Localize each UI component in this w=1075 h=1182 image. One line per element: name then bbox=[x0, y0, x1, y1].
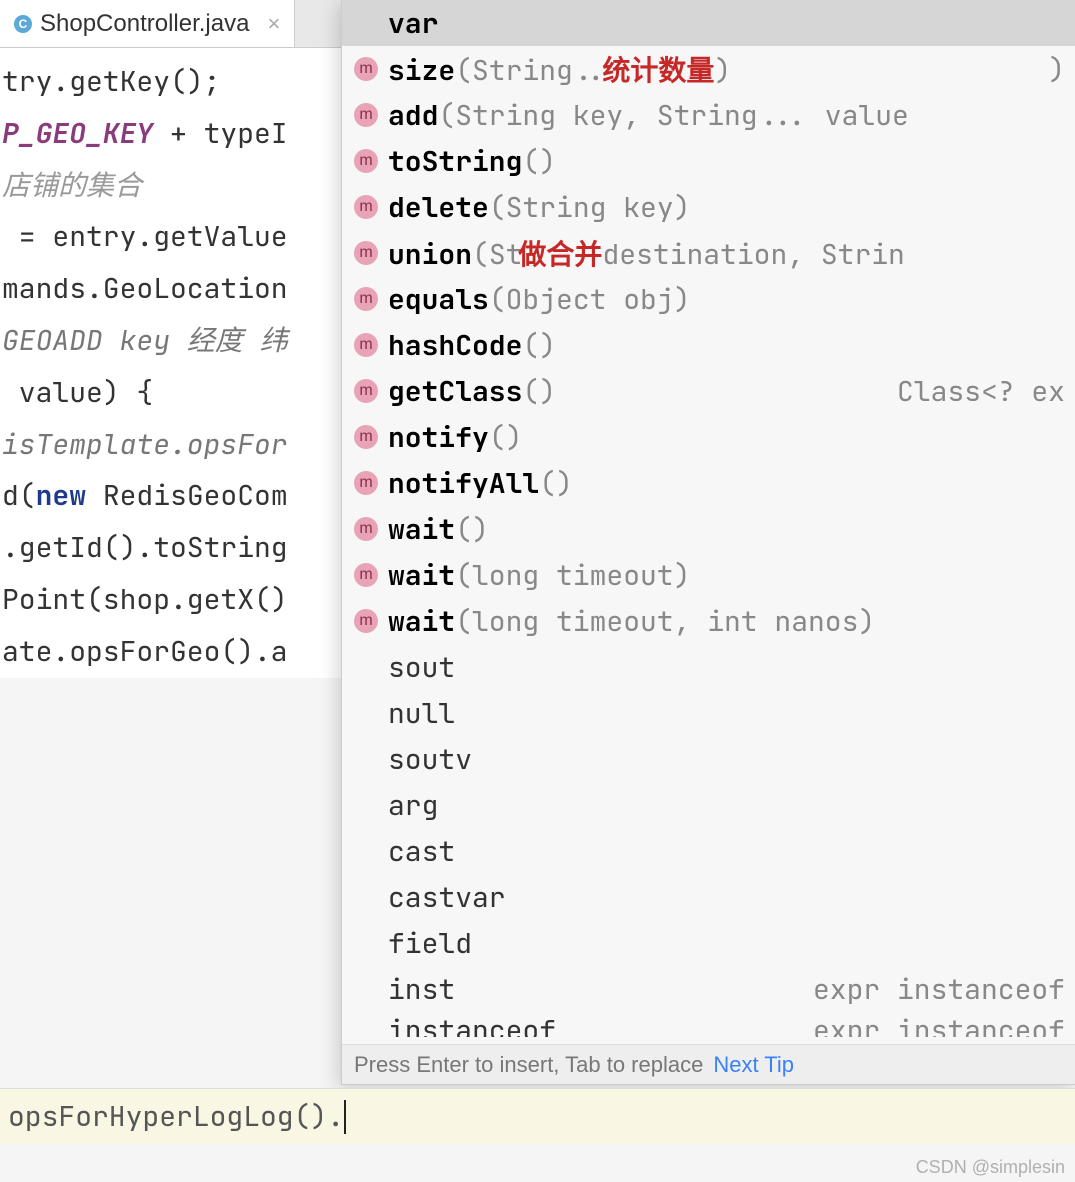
template-icon bbox=[354, 839, 378, 863]
status-expression: opsForHyperLogLog(). bbox=[8, 1098, 344, 1135]
autocomplete-item[interactable]: m size(String..统计数量)) bbox=[342, 46, 1075, 92]
method-icon: m bbox=[354, 425, 378, 449]
suggestion-signature: castvar bbox=[388, 879, 506, 916]
method-icon: m bbox=[354, 287, 378, 311]
close-icon[interactable]: × bbox=[267, 11, 280, 37]
next-tip-link[interactable]: Next Tip bbox=[713, 1052, 794, 1078]
autocomplete-item[interactable]: soutv bbox=[342, 736, 1075, 782]
suggestion-signature: hashCode() bbox=[388, 327, 556, 364]
autocomplete-item[interactable]: m notifyAll() bbox=[342, 460, 1075, 506]
method-icon: m bbox=[354, 609, 378, 633]
suggestion-signature: null bbox=[388, 695, 455, 732]
suggestion-signature: arg bbox=[388, 787, 438, 824]
suggestion-return-type: ) bbox=[1028, 51, 1065, 88]
suggestion-return-type: expr instanceof bbox=[793, 971, 1065, 1008]
method-icon: m bbox=[354, 241, 378, 265]
method-icon: m bbox=[354, 333, 378, 357]
suggestion-return-type: expr instanceof bbox=[793, 1012, 1065, 1037]
autocomplete-item[interactable]: m wait(long timeout, int nanos) bbox=[342, 598, 1075, 644]
autocomplete-footer: Press Enter to insert, Tab to replace Ne… bbox=[342, 1044, 1075, 1084]
autocomplete-item[interactable]: m wait(long timeout) bbox=[342, 552, 1075, 598]
autocomplete-item[interactable]: m toString() bbox=[342, 138, 1075, 184]
autocomplete-item[interactable]: inst expr instanceof bbox=[342, 966, 1075, 1012]
autocomplete-item[interactable]: sout bbox=[342, 644, 1075, 690]
tab-title: ShopController.java bbox=[40, 10, 249, 38]
suggestion-signature: toString() bbox=[388, 143, 556, 180]
suggestion-signature: equals(Object obj) bbox=[388, 281, 690, 318]
method-icon: m bbox=[354, 379, 378, 403]
template-icon bbox=[354, 931, 378, 955]
suggestion-signature: cast bbox=[388, 833, 455, 870]
suggestion-signature: inst bbox=[388, 971, 455, 1008]
autocomplete-item[interactable]: field bbox=[342, 920, 1075, 966]
autocomplete-item[interactable]: null bbox=[342, 690, 1075, 736]
method-icon: m bbox=[354, 471, 378, 495]
autocomplete-item[interactable]: cast bbox=[342, 828, 1075, 874]
suggestion-signature: field bbox=[388, 925, 472, 962]
suggestion-signature: union(St做合并destination, Strin bbox=[388, 233, 905, 273]
status-bar: opsForHyperLogLog(). bbox=[0, 1088, 1075, 1144]
template-icon bbox=[354, 701, 378, 725]
editor-tab[interactable]: C ShopController.java × bbox=[0, 0, 295, 47]
method-icon: m bbox=[354, 195, 378, 219]
template-icon bbox=[354, 977, 378, 1001]
suggestion-signature: size(String..统计数量) bbox=[388, 49, 731, 89]
autocomplete-item[interactable]: m hashCode() bbox=[342, 322, 1075, 368]
suggestion-signature: getClass() bbox=[388, 373, 556, 410]
autocomplete-item[interactable]: instanceof expr instanceof bbox=[342, 1012, 1075, 1037]
suggestion-signature: instanceof bbox=[388, 1012, 556, 1037]
autocomplete-item[interactable]: m wait() bbox=[342, 506, 1075, 552]
method-icon: m bbox=[354, 517, 378, 541]
suggestion-signature: sout bbox=[388, 649, 455, 686]
template-icon bbox=[354, 793, 378, 817]
autocomplete-item[interactable]: m notify() bbox=[342, 414, 1075, 460]
template-icon bbox=[354, 655, 378, 679]
method-icon: m bbox=[354, 57, 378, 81]
suggestion-signature: notifyAll() bbox=[388, 465, 573, 502]
suggestion-signature: wait() bbox=[388, 511, 489, 548]
template-icon bbox=[354, 1012, 378, 1036]
autocomplete-item[interactable]: m delete(String key) bbox=[342, 184, 1075, 230]
autocomplete-item[interactable]: arg bbox=[342, 782, 1075, 828]
autocomplete-item[interactable]: m equals(Object obj) bbox=[342, 276, 1075, 322]
watermark: CSDN @simplesin bbox=[916, 1157, 1065, 1178]
template-icon bbox=[354, 11, 378, 35]
footer-hint-text: Press Enter to insert, Tab to replace bbox=[354, 1052, 703, 1078]
template-icon bbox=[354, 885, 378, 909]
autocomplete-item[interactable]: m add(String key, String... value bbox=[342, 92, 1075, 138]
method-icon: m bbox=[354, 149, 378, 173]
class-file-icon: C bbox=[14, 15, 32, 33]
suggestion-signature: wait(long timeout) bbox=[388, 557, 690, 594]
autocomplete-item[interactable]: m getClass() Class<? ex bbox=[342, 368, 1075, 414]
template-icon bbox=[354, 747, 378, 771]
autocomplete-item[interactable]: var bbox=[342, 0, 1075, 46]
text-caret bbox=[344, 1100, 346, 1134]
suggestion-signature: add(String key, String... value bbox=[388, 97, 909, 134]
suggestion-signature: var bbox=[388, 5, 438, 42]
suggestion-signature: notify() bbox=[388, 419, 522, 456]
autocomplete-popup: varmsize(String..统计数量))madd(String key, … bbox=[341, 0, 1075, 1085]
suggestion-return-type: Class<? ex bbox=[877, 373, 1065, 410]
autocomplete-item[interactable]: castvar bbox=[342, 874, 1075, 920]
autocomplete-item[interactable]: m union(St做合并destination, Strin bbox=[342, 230, 1075, 276]
method-icon: m bbox=[354, 563, 378, 587]
suggestion-signature: wait(long timeout, int nanos) bbox=[388, 603, 875, 640]
method-icon: m bbox=[354, 103, 378, 127]
autocomplete-list[interactable]: varmsize(String..统计数量))madd(String key, … bbox=[342, 0, 1075, 1044]
suggestion-signature: soutv bbox=[388, 741, 472, 778]
suggestion-signature: delete(String key) bbox=[388, 189, 690, 226]
